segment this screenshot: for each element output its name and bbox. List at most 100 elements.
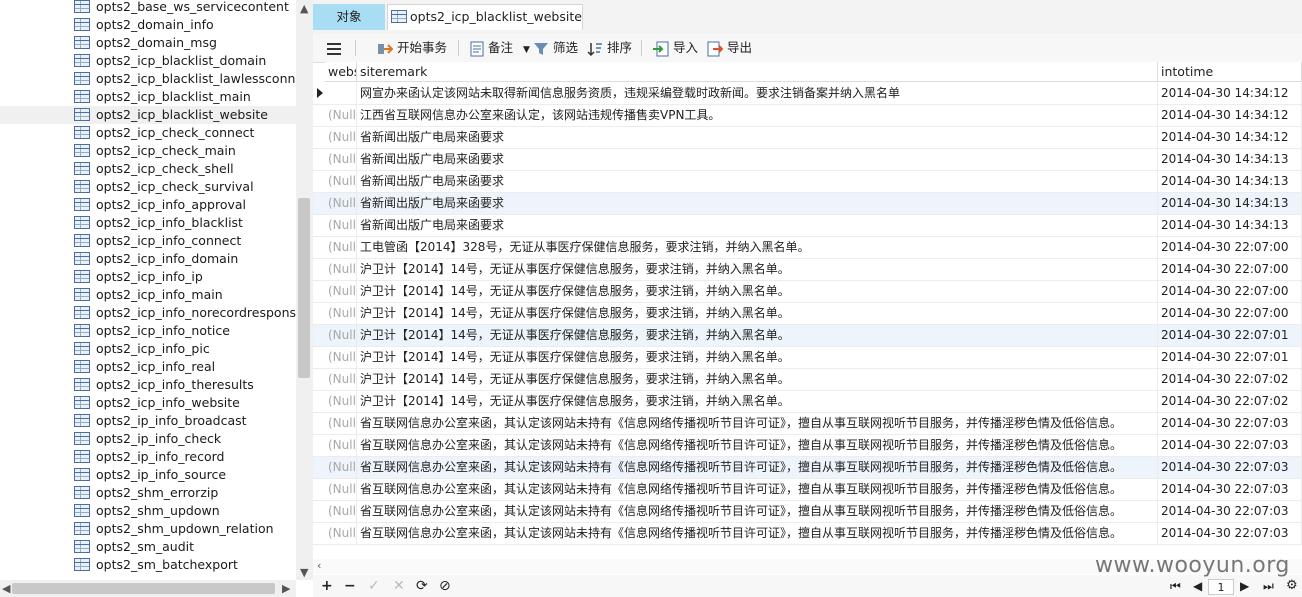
sidebar-item-table[interactable]: opts2_icp_info_ip: [0, 268, 296, 286]
table-row[interactable]: 网宣办来函认定该网站未取得新闻信息服务资质，违规采编登载时政新闻。要求注销备案并…: [313, 83, 1302, 105]
cell-intotime[interactable]: 2014-04-30 22:07:00: [1158, 303, 1302, 324]
cell-intotime[interactable]: 2014-04-30 14:34:12: [1158, 105, 1302, 126]
column-header-intotime[interactable]: intotime: [1158, 62, 1302, 82]
cell-siteremark[interactable]: 沪卫计【2014】14号，无证从事医疗保健信息服务，要求注销，并纳入黑名单。: [357, 391, 1158, 412]
sidebar-item-table[interactable]: opts2_icp_info_approval: [0, 196, 296, 214]
cell-intotime[interactable]: 2014-04-30 22:07:03: [1158, 435, 1302, 456]
table-row[interactable]: (Null)沪卫计【2014】14号，无证从事医疗保健信息服务，要求注销，并纳入…: [313, 281, 1302, 303]
cell-webs[interactable]: (Null): [325, 523, 357, 544]
cell-webs[interactable]: (Null): [325, 303, 357, 324]
tree-scroll-thumb[interactable]: [298, 198, 310, 378]
sidebar-item-table[interactable]: opts2_icp_info_real: [0, 358, 296, 376]
table-row[interactable]: (Null)沪卫计【2014】14号，无证从事医疗保健信息服务，要求注销，并纳入…: [313, 369, 1302, 391]
sidebar-item-table[interactable]: opts2_icp_blacklist_main: [0, 88, 296, 106]
prev-page-button[interactable]: ◀: [1193, 575, 1202, 597]
table-row[interactable]: (Null)省互联网信息办公室来函，其认定该网站未持有《信息网络传播视听节目许可…: [313, 479, 1302, 501]
cell-webs[interactable]: (Null): [325, 259, 357, 280]
sidebar-item-table[interactable]: opts2_icp_info_connect: [0, 232, 296, 250]
sort-button[interactable]: 排序: [587, 34, 632, 62]
next-page-button[interactable]: ▶: [1240, 575, 1249, 597]
sidebar-item-table[interactable]: opts2_shm_updown: [0, 502, 296, 520]
first-page-button[interactable]: ⏮: [1170, 575, 1181, 597]
column-header-siteremark[interactable]: siteremark: [357, 62, 1158, 82]
cell-webs[interactable]: (Null): [325, 347, 357, 368]
scroll-up-arrow-icon[interactable]: ▲: [300, 2, 308, 15]
cell-webs[interactable]: (Null): [325, 215, 357, 236]
cell-webs[interactable]: (Null): [325, 237, 357, 258]
cell-intotime[interactable]: 2014-04-30 14:34:13: [1158, 193, 1302, 214]
cell-intotime[interactable]: 2014-04-30 22:07:01: [1158, 325, 1302, 346]
cell-webs[interactable]: (Null): [325, 281, 357, 302]
cell-siteremark[interactable]: 工电管函【2014】328号，无证从事医疗保健信息服务，要求注销，并纳入黑名单。: [357, 237, 1158, 258]
sidebar-item-table[interactable]: opts2_ip_info_source: [0, 466, 296, 484]
sidebar-item-table[interactable]: opts2_icp_info_blacklist: [0, 214, 296, 232]
sidebar-item-table[interactable]: opts2_domain_msg: [0, 34, 296, 52]
sidebar-item-table[interactable]: opts2_ip_info_record: [0, 448, 296, 466]
sidebar-item-table[interactable]: opts2_icp_info_notice: [0, 322, 296, 340]
sidebar-item-table[interactable]: opts2_domain_info: [0, 16, 296, 34]
cell-intotime[interactable]: 2014-04-30 22:07:00: [1158, 259, 1302, 280]
cell-siteremark[interactable]: 沪卫计【2014】14号，无证从事医疗保健信息服务，要求注销，并纳入黑名单。: [357, 347, 1158, 368]
sidebar-item-table[interactable]: opts2_icp_check_main: [0, 142, 296, 160]
cell-intotime[interactable]: 2014-04-30 22:07:00: [1158, 281, 1302, 302]
export-button[interactable]: 导出: [707, 34, 752, 62]
sidebar-item-table[interactable]: opts2_icp_info_website: [0, 394, 296, 412]
refresh-button[interactable]: ⟳: [416, 575, 428, 597]
cell-webs[interactable]: (Null): [325, 105, 357, 126]
apply-changes-button[interactable]: ✓: [368, 575, 380, 597]
cell-intotime[interactable]: 2014-04-30 22:07:01: [1158, 347, 1302, 368]
sidebar-item-table[interactable]: opts2_sm_batchexport: [0, 556, 296, 574]
cell-webs[interactable]: (Null): [325, 193, 357, 214]
cell-intotime[interactable]: 2014-04-30 22:07:03: [1158, 413, 1302, 434]
table-row[interactable]: (Null)省互联网信息办公室来函，其认定该网站未持有《信息网络传播视听节目许可…: [313, 457, 1302, 479]
sidebar-item-table[interactable]: opts2_ip_info_broadcast: [0, 412, 296, 430]
cell-siteremark[interactable]: 沪卫计【2014】14号，无证从事医疗保健信息服务，要求注销，并纳入黑名单。: [357, 325, 1158, 346]
cell-intotime[interactable]: 2014-04-30 22:07:02: [1158, 391, 1302, 412]
begin-transaction-button[interactable]: 开始事务: [377, 34, 447, 62]
cell-intotime[interactable]: 2014-04-30 14:34:12: [1158, 127, 1302, 148]
cell-siteremark[interactable]: 沪卫计【2014】14号，无证从事医疗保健信息服务，要求注销，并纳入黑名单。: [357, 259, 1158, 280]
sidebar-item-table[interactable]: opts2_ip_info_check: [0, 430, 296, 448]
sidebar-item-table[interactable]: opts2_icp_blacklist_domain: [0, 52, 296, 70]
cell-intotime[interactable]: 2014-04-30 22:07:03: [1158, 479, 1302, 500]
delete-record-button[interactable]: −: [344, 575, 356, 597]
cell-webs[interactable]: (Null): [325, 325, 357, 346]
table-row[interactable]: (Null)省互联网信息办公室来函，其认定该网站未持有《信息网络传播视听节目许可…: [313, 435, 1302, 457]
sidebar-item-table[interactable]: opts2_icp_info_pic: [0, 340, 296, 358]
settings-gear-icon[interactable]: ⚙: [1286, 575, 1298, 597]
cell-intotime[interactable]: 2014-04-30 14:34:13: [1158, 149, 1302, 170]
import-button[interactable]: 导入: [653, 34, 698, 62]
cell-intotime[interactable]: 2014-04-30 22:07:03: [1158, 501, 1302, 522]
scroll-left-arrow-icon[interactable]: ◀: [2, 582, 10, 595]
sidebar-item-table[interactable]: opts2_icp_check_connect: [0, 124, 296, 142]
sidebar-item-table[interactable]: opts2_icp_check_survival: [0, 178, 296, 196]
cell-siteremark[interactable]: 省互联网信息办公室来函，其认定该网站未持有《信息网络传播视听节目许可证》，擅自从…: [357, 435, 1158, 456]
sidebar-item-table[interactable]: opts2_icp_check_shell: [0, 160, 296, 178]
scroll-down-arrow-icon[interactable]: ▼: [300, 566, 308, 579]
cell-intotime[interactable]: 2014-04-30 14:34:13: [1158, 215, 1302, 236]
table-row[interactable]: (Null)省新闻出版广电局来函要求2014-04-30 14:34:13: [313, 149, 1302, 171]
cell-webs[interactable]: (Null): [325, 479, 357, 500]
cell-siteremark[interactable]: 沪卫计【2014】14号，无证从事医疗保健信息服务，要求注销，并纳入黑名单。: [357, 369, 1158, 390]
sidebar-item-table[interactable]: opts2_shm_updown_relation: [0, 520, 296, 538]
table-row[interactable]: (Null)工电管函【2014】328号，无证从事医疗保健信息服务，要求注销，并…: [313, 237, 1302, 259]
table-row[interactable]: (Null)沪卫计【2014】14号，无证从事医疗保健信息服务，要求注销，并纳入…: [313, 391, 1302, 413]
note-dropdown-icon[interactable]: ▼: [523, 45, 530, 55]
cell-webs[interactable]: (Null): [325, 413, 357, 434]
column-header-webs[interactable]: webs: [325, 62, 357, 82]
table-row[interactable]: (Null)江西省互联网信息办公室来函认定，该网站违规传播售卖VPN工具。201…: [313, 105, 1302, 127]
note-button[interactable]: 备注 ▼: [470, 34, 530, 62]
cell-intotime[interactable]: 2014-04-30 22:07:03: [1158, 523, 1302, 544]
cell-siteremark[interactable]: 沪卫计【2014】14号，无证从事医疗保健信息服务，要求注销，并纳入黑名单。: [357, 303, 1158, 324]
sidebar-item-table[interactable]: opts2_icp_info_domain: [0, 250, 296, 268]
cell-intotime[interactable]: 2014-04-30 22:07:02: [1158, 369, 1302, 390]
scroll-right-arrow-icon[interactable]: ▶: [282, 582, 290, 595]
sidebar-item-table[interactable]: opts2_shm_errorzip: [0, 484, 296, 502]
cell-intotime[interactable]: 2014-04-30 14:34:13: [1158, 171, 1302, 192]
table-row[interactable]: (Null)省新闻出版广电局来函要求2014-04-30 14:34:12: [313, 127, 1302, 149]
stop-button[interactable]: ⊘: [439, 575, 451, 597]
sidebar-item-table[interactable]: opts2_icp_blacklist_lawlessconnect: [0, 70, 296, 88]
cell-webs[interactable]: [325, 83, 357, 104]
cell-webs[interactable]: (Null): [325, 369, 357, 390]
table-row[interactable]: (Null)沪卫计【2014】14号，无证从事医疗保健信息服务，要求注销，并纳入…: [313, 303, 1302, 325]
